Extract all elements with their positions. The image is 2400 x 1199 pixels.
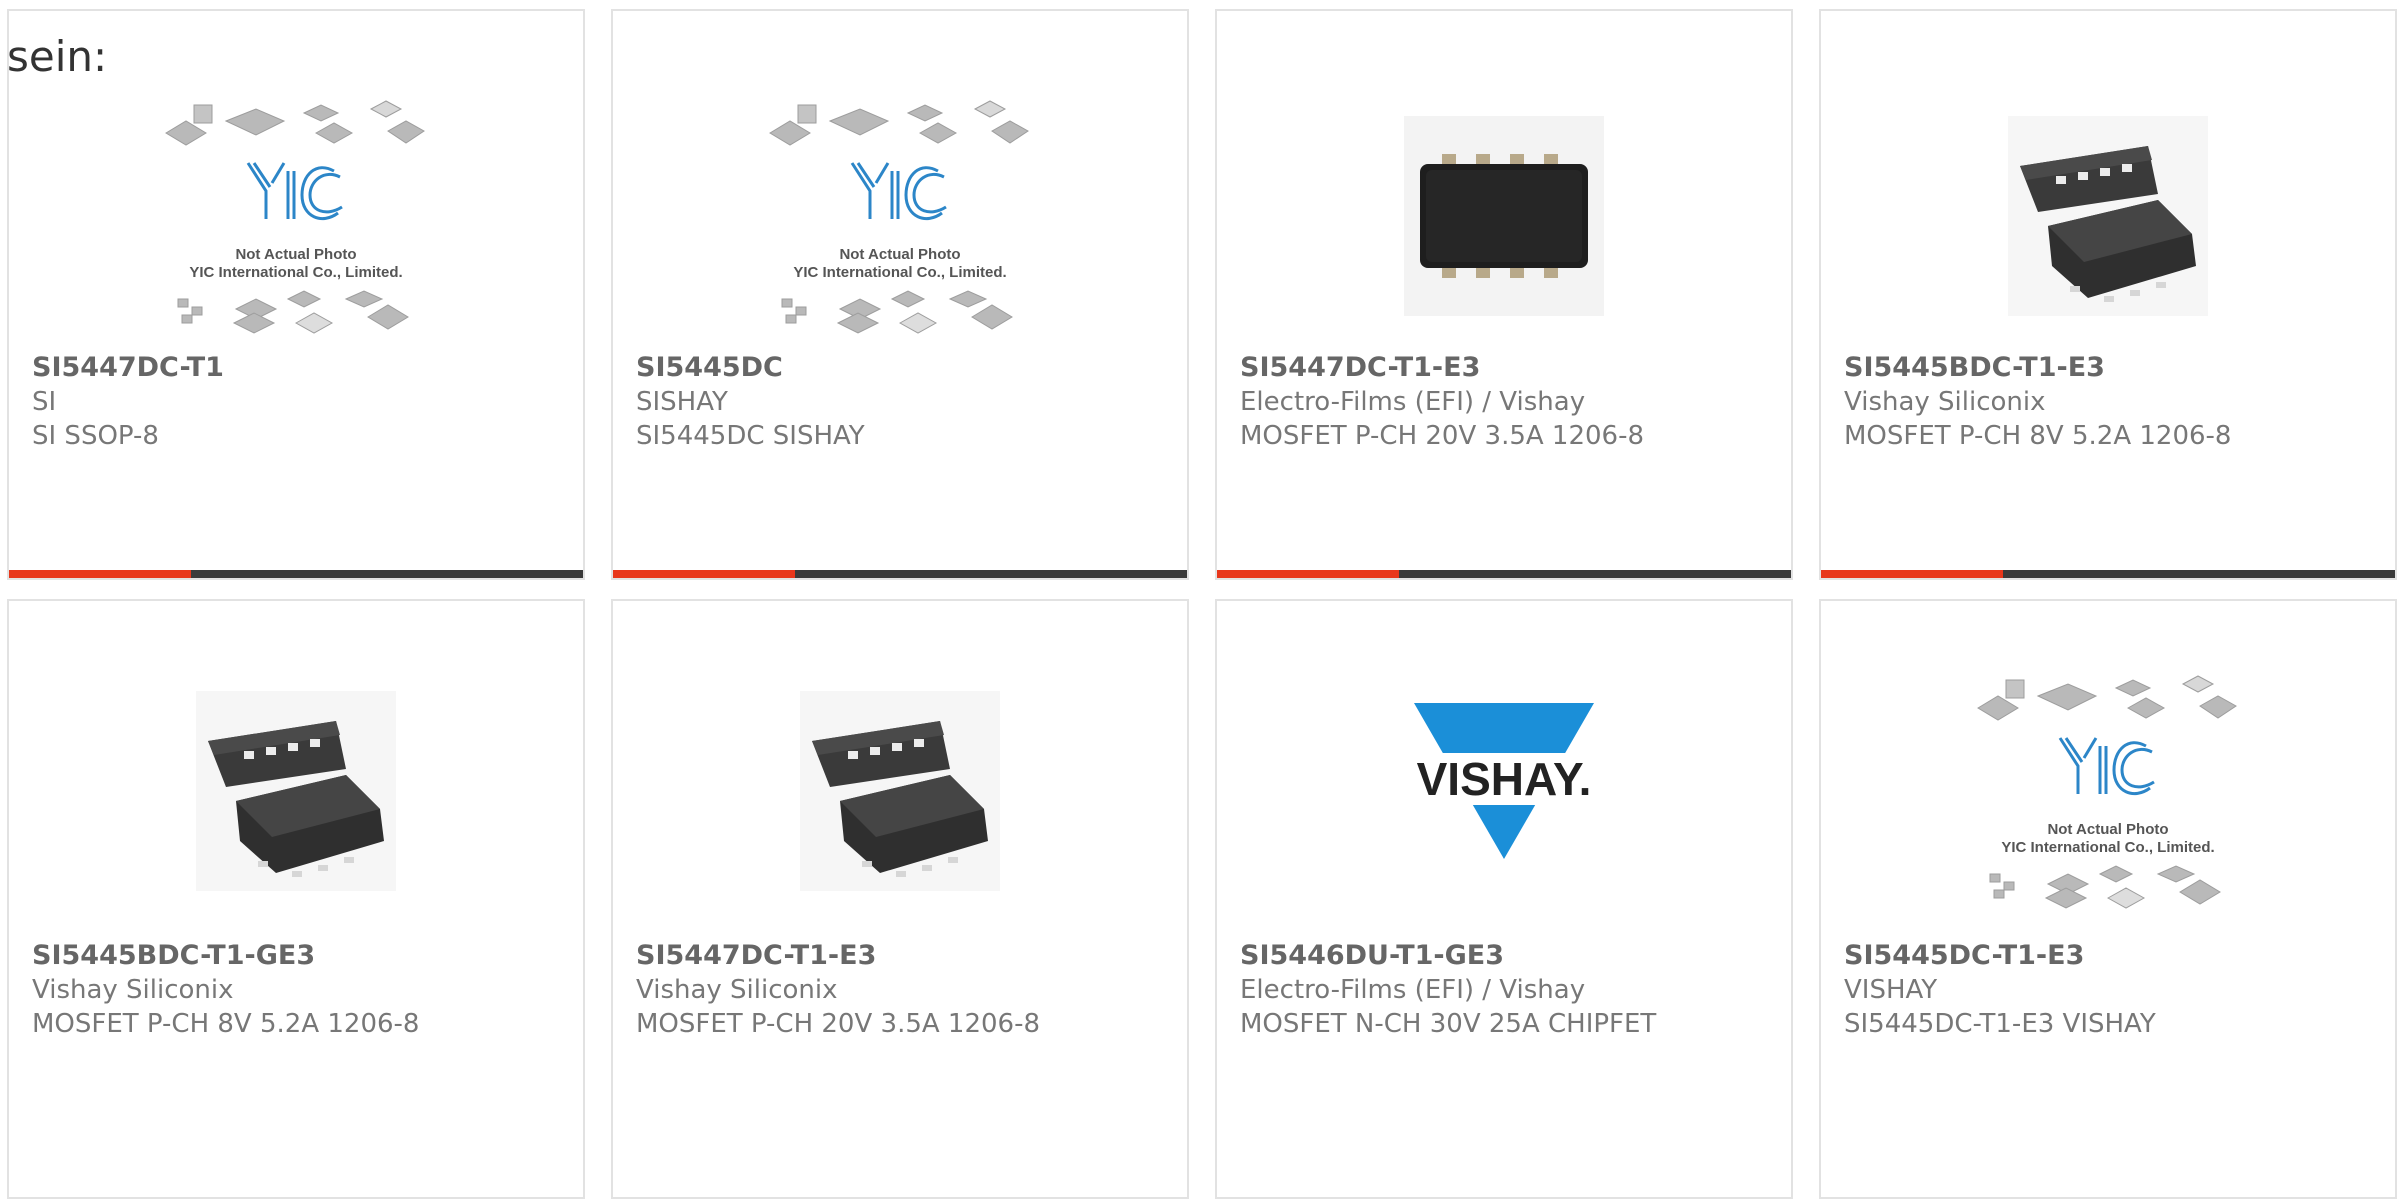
- svg-text:Not Actual Photo: Not Actual Photo: [2047, 821, 2168, 838]
- product-card[interactable]: Not Actual Photo YIC International Co., …: [1819, 599, 2397, 1199]
- svg-text:YIC International Co., Limited: YIC International Co., Limited.: [2001, 839, 2214, 856]
- svg-text:Not Actual Photo: Not Actual Photo: [839, 246, 960, 263]
- part-number-link[interactable]: SI5445DC: [636, 351, 1177, 385]
- card-bottom-bar: [9, 570, 583, 578]
- product-image[interactable]: [1821, 76, 2395, 356]
- description: MOSFET P-CH 8V 5.2A 1206-8: [32, 1009, 420, 1039]
- card-bar-accent: [613, 570, 795, 578]
- product-info: SI5446DU-T1-GE3 Electro-Films (EFI) / Vis…: [1240, 939, 1781, 1041]
- product-image[interactable]: [9, 651, 583, 931]
- card-bar-accent: [1217, 570, 1399, 578]
- product-card[interactable]: Not Actual Photo YIC International Co., …: [611, 9, 1189, 580]
- part-number-link[interactable]: SI5447DC-T1-E3: [636, 939, 1177, 973]
- product-info: SI5445DC-T1-E3 VISHAY SI5445DC-T1-E3 VISHA…: [1844, 939, 2385, 1041]
- vishay-logo: VISHAY.: [1394, 703, 1614, 859]
- card-bottom-bar: [613, 570, 1187, 578]
- page-heading: sein:: [7, 32, 108, 81]
- product-info: SI5447DC-T1-E3 Vishay Siliconix MOSFET P-C…: [636, 939, 1177, 1041]
- card-bar-accent: [9, 570, 191, 578]
- svg-text:VISHAY.: VISHAY.: [1417, 753, 1592, 805]
- manufacturer: Vishay Siliconix: [636, 975, 838, 1005]
- product-info: SI5445BDC-T1-GE3 Vishay Siliconix MOSFET P…: [32, 939, 573, 1041]
- part-number-link[interactable]: SI5445BDC-T1-GE3: [32, 939, 573, 973]
- chip-3d-icon: [800, 691, 1000, 891]
- product-image[interactable]: [613, 651, 1187, 931]
- yic-placeholder-icon: Not Actual Photo YIC International Co., …: [1977, 675, 2237, 909]
- manufacturer: SI: [32, 387, 57, 417]
- description: SI SSOP-8: [32, 421, 159, 451]
- product-card[interactable]: SI5445BDC-T1-E3 Vishay Siliconix MOSFET P-…: [1819, 9, 2397, 580]
- manufacturer: Vishay Siliconix: [1844, 387, 2046, 417]
- svg-text:YIC International Co., Limited: YIC International Co., Limited.: [189, 264, 402, 281]
- description: SI5445DC-T1-E3 VISHAY: [1844, 1009, 2156, 1039]
- product-info: SI5447DC-T1-E3 Electro-Films (EFI) / Vish…: [1240, 351, 1781, 453]
- description: MOSFET P-CH 20V 3.5A 1206-8: [636, 1009, 1041, 1039]
- product-info: SI5447DC-T1 SI SI SSOP-8: [32, 351, 573, 453]
- manufacturer: Electro-Films (EFI) / Vishay: [1240, 387, 1586, 417]
- card-bottom-bar: [1821, 570, 2395, 578]
- product-card[interactable]: VISHAY. SI5446DU-T1-GE3 Electro-Films (EF…: [1215, 599, 1793, 1199]
- svg-text:Not Actual Photo: Not Actual Photo: [235, 246, 356, 263]
- part-number-link[interactable]: SI5447DC-T1: [32, 351, 573, 385]
- product-card[interactable]: SI5447DC-T1-E3 Electro-Films (EFI) / Vish…: [1215, 9, 1793, 580]
- chip-3d-icon: [196, 691, 396, 891]
- product-card[interactable]: SI5445BDC-T1-GE3 Vishay Siliconix MOSFET P…: [7, 599, 585, 1199]
- chip-top-icon: [1404, 116, 1604, 316]
- manufacturer: SISHAY: [636, 387, 728, 417]
- manufacturer: Vishay Siliconix: [32, 975, 234, 1005]
- product-info: SI5445BDC-T1-E3 Vishay Siliconix MOSFET P-…: [1844, 351, 2385, 453]
- description: MOSFET N-CH 30V 25A CHIPFET: [1240, 1009, 1657, 1039]
- part-number-link[interactable]: SI5447DC-T1-E3: [1240, 351, 1781, 385]
- product-image[interactable]: Not Actual Photo YIC International Co., …: [613, 76, 1187, 356]
- yic-placeholder-icon: Not Actual Photo YIC International Co., …: [165, 100, 425, 334]
- product-card[interactable]: Not Actual Photo YIC International Co., …: [7, 9, 585, 580]
- manufacturer: VISHAY: [1844, 975, 1938, 1005]
- svg-text:YIC International Co., Limited: YIC International Co., Limited.: [793, 264, 1006, 281]
- chip-3d-icon: [2008, 116, 2208, 316]
- manufacturer: Electro-Films (EFI) / Vishay: [1240, 975, 1586, 1005]
- card-bottom-bar: [1217, 570, 1791, 578]
- yic-placeholder-icon: Not Actual Photo YIC International Co., …: [769, 100, 1029, 334]
- card-bar-accent: [1821, 570, 2003, 578]
- product-info: SI5445DC SISHAY SI5445DC SISHAY: [636, 351, 1177, 453]
- product-card[interactable]: SI5447DC-T1-E3 Vishay Siliconix MOSFET P-C…: [611, 599, 1189, 1199]
- part-number-link[interactable]: SI5446DU-T1-GE3: [1240, 939, 1781, 973]
- vishay-logo[interactable]: VISHAY.: [1217, 651, 1791, 931]
- description: SI5445DC SISHAY: [636, 421, 865, 451]
- product-image[interactable]: Not Actual Photo YIC International Co., …: [9, 76, 583, 356]
- product-image[interactable]: Not Actual Photo YIC International Co., …: [1821, 651, 2395, 931]
- description: MOSFET P-CH 20V 3.5A 1206-8: [1240, 421, 1645, 451]
- part-number-link[interactable]: SI5445DC-T1-E3: [1844, 939, 2385, 973]
- description: MOSFET P-CH 8V 5.2A 1206-8: [1844, 421, 2232, 451]
- product-image[interactable]: [1217, 76, 1791, 356]
- part-number-link[interactable]: SI5445BDC-T1-E3: [1844, 351, 2385, 385]
